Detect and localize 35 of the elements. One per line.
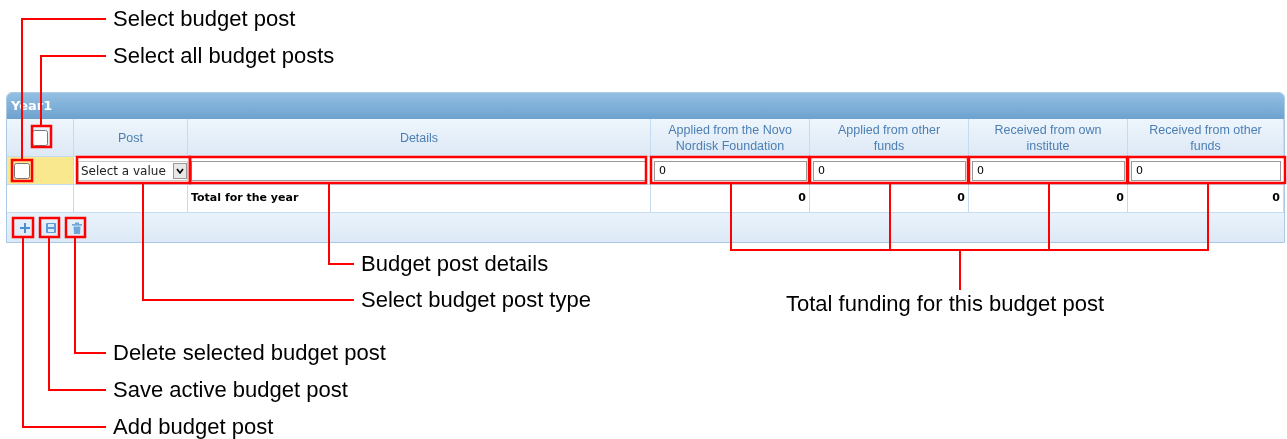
- column-header: Received from other funds: [1148, 121, 1263, 154]
- column-header: Applied from the Novo Nordisk Foundation: [667, 121, 793, 154]
- amount-field[interactable]: 0: [813, 160, 966, 181]
- add-icon: [17, 220, 32, 235]
- highlight-frame: [64, 216, 87, 239]
- checkbox[interactable]: [32, 129, 48, 146]
- callout-label: Select budget post: [113, 6, 296, 32]
- highlight-frame: [10, 158, 34, 183]
- total-value: 0: [969, 185, 1128, 213]
- amount-field[interactable]: 0: [654, 160, 807, 181]
- column-header: Received from own institute: [993, 121, 1103, 154]
- post-select[interactable]: Select a value: [78, 160, 188, 181]
- caret-icon: [173, 162, 187, 179]
- total-value: 0: [810, 185, 969, 213]
- callout-label: Total funding for this budget post: [786, 291, 1104, 317]
- checkbox[interactable]: [14, 162, 30, 179]
- callout-label: Select all budget posts: [113, 43, 335, 69]
- highlight-frame: [11, 216, 35, 239]
- amount-field[interactable]: 0: [972, 160, 1125, 181]
- highlight-frame: [30, 124, 53, 149]
- callout-label: Delete selected budget post: [113, 340, 386, 366]
- trash-icon: [69, 220, 84, 235]
- total-value: 0: [1128, 185, 1284, 213]
- callout-label: Save active budget post: [113, 377, 348, 403]
- column-header: Post: [118, 129, 143, 146]
- save-icon: [43, 220, 58, 235]
- highlight-frame: [38, 216, 61, 239]
- column-header: Applied from other funds: [836, 121, 942, 154]
- column-header: Details: [399, 129, 439, 146]
- total-value: 0: [651, 185, 810, 213]
- callout-label: Budget post details: [361, 251, 549, 277]
- amount-field[interactable]: 0: [1131, 160, 1281, 181]
- total-label: Total for the year: [188, 185, 651, 213]
- callout-label: Select budget post type: [361, 287, 591, 313]
- callout-label: Add budget post: [113, 414, 274, 439]
